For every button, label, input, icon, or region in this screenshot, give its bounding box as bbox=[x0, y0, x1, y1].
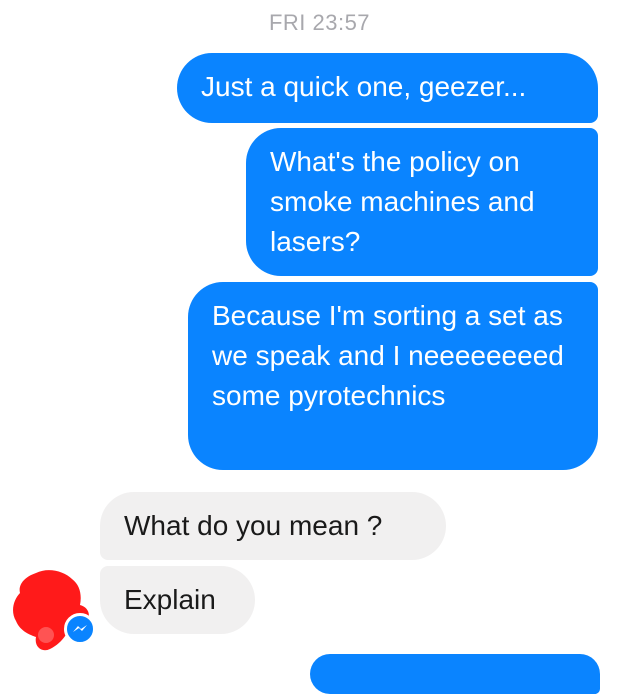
incoming-message-bubble[interactable]: Explain bbox=[100, 566, 255, 634]
message-text: What's the policy on smoke machines and … bbox=[270, 146, 535, 257]
outgoing-message-bubble[interactable]: Because I'm sorting a set as we speak an… bbox=[188, 282, 598, 470]
message-text: What do you mean ? bbox=[124, 510, 383, 541]
outgoing-message-bubble-partial[interactable] bbox=[310, 654, 600, 694]
outgoing-message-bubble[interactable]: What's the policy on smoke machines and … bbox=[246, 128, 598, 276]
incoming-message-bubble[interactable]: What do you mean ? bbox=[100, 492, 446, 560]
messenger-badge-icon bbox=[64, 613, 96, 645]
message-text: Explain bbox=[124, 584, 216, 615]
thread-timestamp: FRI 23:57 bbox=[268, 10, 371, 35]
message-text: Because I'm sorting a set as we speak an… bbox=[212, 300, 564, 411]
message-text: Just a quick one, geezer... bbox=[201, 71, 527, 102]
outgoing-message-bubble[interactable]: Just a quick one, geezer... bbox=[177, 53, 598, 123]
